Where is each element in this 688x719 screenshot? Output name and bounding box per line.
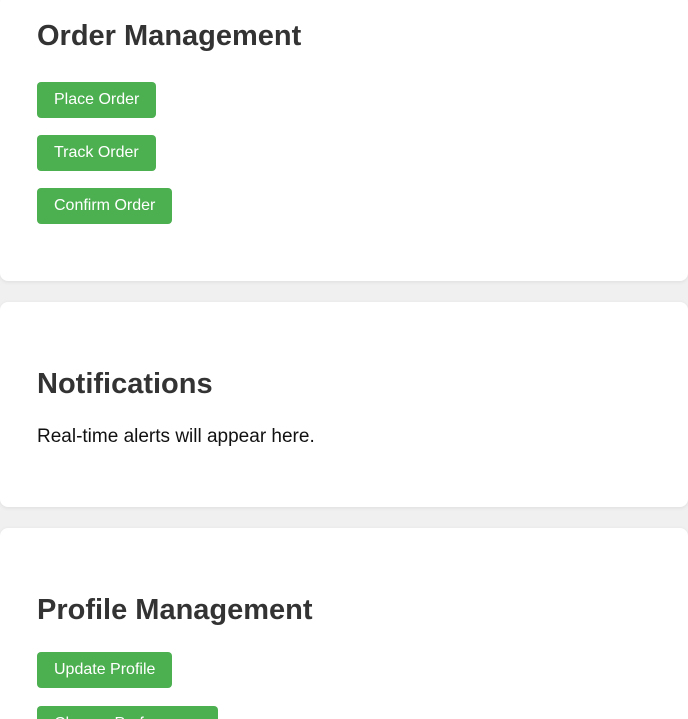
profile-management-card: Profile Management Update Profile Change… (0, 528, 688, 719)
change-preferences-button[interactable]: Change Preferences (37, 706, 218, 719)
place-order-button[interactable]: Place Order (37, 82, 157, 118)
confirm-order-button[interactable]: Confirm Order (37, 188, 173, 224)
order-management-title: Order Management (37, 20, 302, 52)
track-order-button[interactable]: Track Order (37, 135, 156, 171)
notifications-message: Real-time alerts will appear here. (37, 426, 315, 447)
order-management-card: Order Management Place Order Track Order… (0, 0, 688, 281)
update-profile-button[interactable]: Update Profile (37, 652, 173, 688)
page: Order Management Place Order Track Order… (0, 0, 688, 719)
notifications-title: Notifications (37, 368, 213, 400)
notifications-card: Notifications Real-time alerts will appe… (0, 302, 688, 507)
profile-management-title: Profile Management (37, 594, 313, 626)
